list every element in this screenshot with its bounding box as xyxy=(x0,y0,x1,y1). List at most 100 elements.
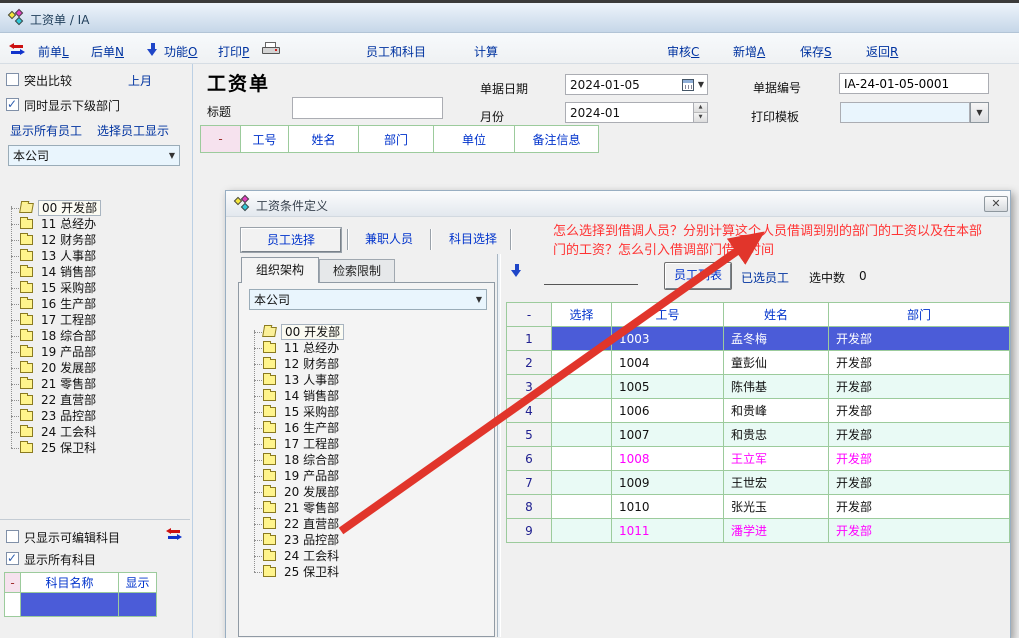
select-cell[interactable] xyxy=(552,519,612,543)
remark-header[interactable]: 备注信息 xyxy=(515,126,599,153)
select-cell[interactable] xyxy=(552,399,612,423)
tree-node[interactable]: 13 人事部 xyxy=(247,372,487,388)
tree-node[interactable]: 17 工程部 xyxy=(247,436,487,452)
tree-node[interactable]: 25 保卫科 xyxy=(247,564,487,580)
select-cell[interactable] xyxy=(552,423,612,447)
down-arrow-icon[interactable] xyxy=(147,43,158,56)
row-selector-header[interactable]: - xyxy=(5,573,21,593)
name-header[interactable]: 姓名 xyxy=(724,303,829,327)
calculate-button[interactable]: 计算 xyxy=(474,43,498,60)
tree-node[interactable]: 00 开发部 xyxy=(4,200,190,216)
tab-part-time[interactable]: 兼职人员 xyxy=(353,228,425,252)
tree-node[interactable]: 11 总经办 xyxy=(4,216,190,232)
name-header[interactable]: 姓名 xyxy=(289,126,359,153)
select-cell[interactable] xyxy=(552,327,612,351)
next-doc-button[interactable]: 后单N xyxy=(91,43,124,60)
employee-row[interactable]: 3 1005 陈伟基 开发部 xyxy=(507,375,1010,399)
tree-node[interactable]: 20 发展部 xyxy=(4,360,190,376)
employee-row[interactable]: 5 1007 和贵忠 开发部 xyxy=(507,423,1010,447)
tree-node[interactable]: 19 产品部 xyxy=(247,468,487,484)
last-month-link[interactable]: 上月 xyxy=(128,72,152,89)
highlight-compare-checkbox[interactable] xyxy=(6,73,19,86)
subtab-org-structure[interactable]: 组织架构 xyxy=(241,257,319,283)
emp-id-header[interactable]: 工号 xyxy=(612,303,724,327)
subject-show-header[interactable]: 显示 xyxy=(119,573,157,593)
show-sub-dept-checkbox[interactable] xyxy=(6,98,19,111)
tree-node[interactable]: 24 工会科 xyxy=(247,548,487,564)
dialog-company-combo[interactable]: 本公司 ▼ xyxy=(249,289,487,310)
show-all-subjects-checkbox[interactable] xyxy=(6,552,19,565)
tree-node[interactable]: 15 采购部 xyxy=(4,280,190,296)
employee-row[interactable]: 7 1009 王世宏 开发部 xyxy=(507,471,1010,495)
tree-node[interactable]: 17 工程部 xyxy=(4,312,190,328)
tree-node[interactable]: 21 零售部 xyxy=(247,500,487,516)
month-spinner-field[interactable]: 2024-01 ▲▼ xyxy=(565,102,708,123)
tree-node[interactable]: 14 销售部 xyxy=(247,388,487,404)
tree-node[interactable]: 18 综合部 xyxy=(247,452,487,468)
print-template-dropdown-button[interactable]: ▼ xyxy=(970,102,989,123)
employee-row[interactable]: 2 1004 童彭仙 开发部 xyxy=(507,351,1010,375)
dept-header[interactable]: 部门 xyxy=(829,303,1010,327)
add-button[interactable]: 新增A xyxy=(733,43,765,60)
tree-node[interactable]: 19 产品部 xyxy=(4,344,190,360)
tree-node[interactable]: 23 品控部 xyxy=(4,408,190,424)
tree-node[interactable]: 24 工会科 xyxy=(4,424,190,440)
function-button[interactable]: 功能O xyxy=(164,43,197,60)
select-cell[interactable] xyxy=(552,351,612,375)
calendar-icon[interactable] xyxy=(682,79,694,91)
doc-no-input[interactable] xyxy=(839,73,989,94)
back-button[interactable]: 返回R xyxy=(866,43,898,60)
employee-subject-button[interactable]: 员工和科目 xyxy=(366,43,426,60)
swap-icon[interactable] xyxy=(9,43,25,55)
select-header[interactable]: 选择 xyxy=(552,303,612,327)
tree-node[interactable]: 18 综合部 xyxy=(4,328,190,344)
tree-node[interactable]: 12 财务部 xyxy=(4,232,190,248)
title-input[interactable] xyxy=(292,97,443,119)
select-cell[interactable] xyxy=(552,471,612,495)
emp-id-header[interactable]: 工号 xyxy=(241,126,289,153)
tree-node[interactable]: 12 财务部 xyxy=(247,356,487,372)
only-editable-subjects-checkbox[interactable] xyxy=(6,530,19,543)
tree-node[interactable]: 11 总经办 xyxy=(247,340,487,356)
select-employees-link[interactable]: 选择员工显示 xyxy=(97,122,169,139)
tree-node[interactable]: 16 生产部 xyxy=(4,296,190,312)
employee-row[interactable]: 6 1008 王立军 开发部 xyxy=(507,447,1010,471)
subject-row[interactable] xyxy=(5,593,157,617)
down-arrow-icon[interactable] xyxy=(511,264,522,277)
select-cell[interactable] xyxy=(552,375,612,399)
row-selector-header[interactable]: - xyxy=(201,126,241,153)
printer-icon[interactable] xyxy=(262,42,280,56)
tree-node[interactable]: 21 零售部 xyxy=(4,376,190,392)
tree-node[interactable]: 13 人事部 xyxy=(4,248,190,264)
swap-icon[interactable] xyxy=(166,528,182,540)
tree-node[interactable]: 15 采购部 xyxy=(247,404,487,420)
prev-doc-button[interactable]: 前单L xyxy=(38,43,69,60)
tree-node[interactable]: 00 开发部 xyxy=(247,324,487,340)
subject-name-header[interactable]: 科目名称 xyxy=(21,573,119,593)
employee-row[interactable]: 4 1006 和贵峰 开发部 xyxy=(507,399,1010,423)
tree-node[interactable]: 14 销售部 xyxy=(4,264,190,280)
subtab-search-limit[interactable]: 检索限制 xyxy=(319,259,395,283)
doc-date-picker[interactable]: 2024-01-05 ▼ xyxy=(565,74,708,95)
tab-employee-select[interactable]: 员工选择 xyxy=(241,228,341,252)
tree-node[interactable]: 22 直营部 xyxy=(4,392,190,408)
tree-node[interactable]: 20 发展部 xyxy=(247,484,487,500)
filter-input[interactable] xyxy=(544,267,638,285)
close-icon[interactable]: ✕ xyxy=(984,196,1008,212)
employee-row[interactable]: 8 1010 张光玉 开发部 xyxy=(507,495,1010,519)
print-button[interactable]: 打印P xyxy=(218,43,249,60)
select-cell[interactable] xyxy=(552,447,612,471)
audit-button[interactable]: 审核C xyxy=(667,43,699,60)
tree-node[interactable]: 16 生产部 xyxy=(247,420,487,436)
chevron-down-icon[interactable]: ▼ xyxy=(695,80,707,89)
select-cell[interactable] xyxy=(552,495,612,519)
employee-list-button[interactable]: 员工列表 xyxy=(665,263,731,289)
selected-employees-link[interactable]: 已选员工 xyxy=(741,269,789,286)
row-selector-header[interactable]: - xyxy=(507,303,552,327)
splitter-handle[interactable] xyxy=(497,254,501,637)
save-button[interactable]: 保存S xyxy=(800,43,832,60)
tab-subject-select[interactable]: 科目选择 xyxy=(437,228,509,252)
tree-node[interactable]: 22 直营部 xyxy=(247,516,487,532)
employee-row[interactable]: 1 1003 孟冬梅 开发部 xyxy=(507,327,1010,351)
show-all-employees-link[interactable]: 显示所有员工 xyxy=(10,122,82,139)
